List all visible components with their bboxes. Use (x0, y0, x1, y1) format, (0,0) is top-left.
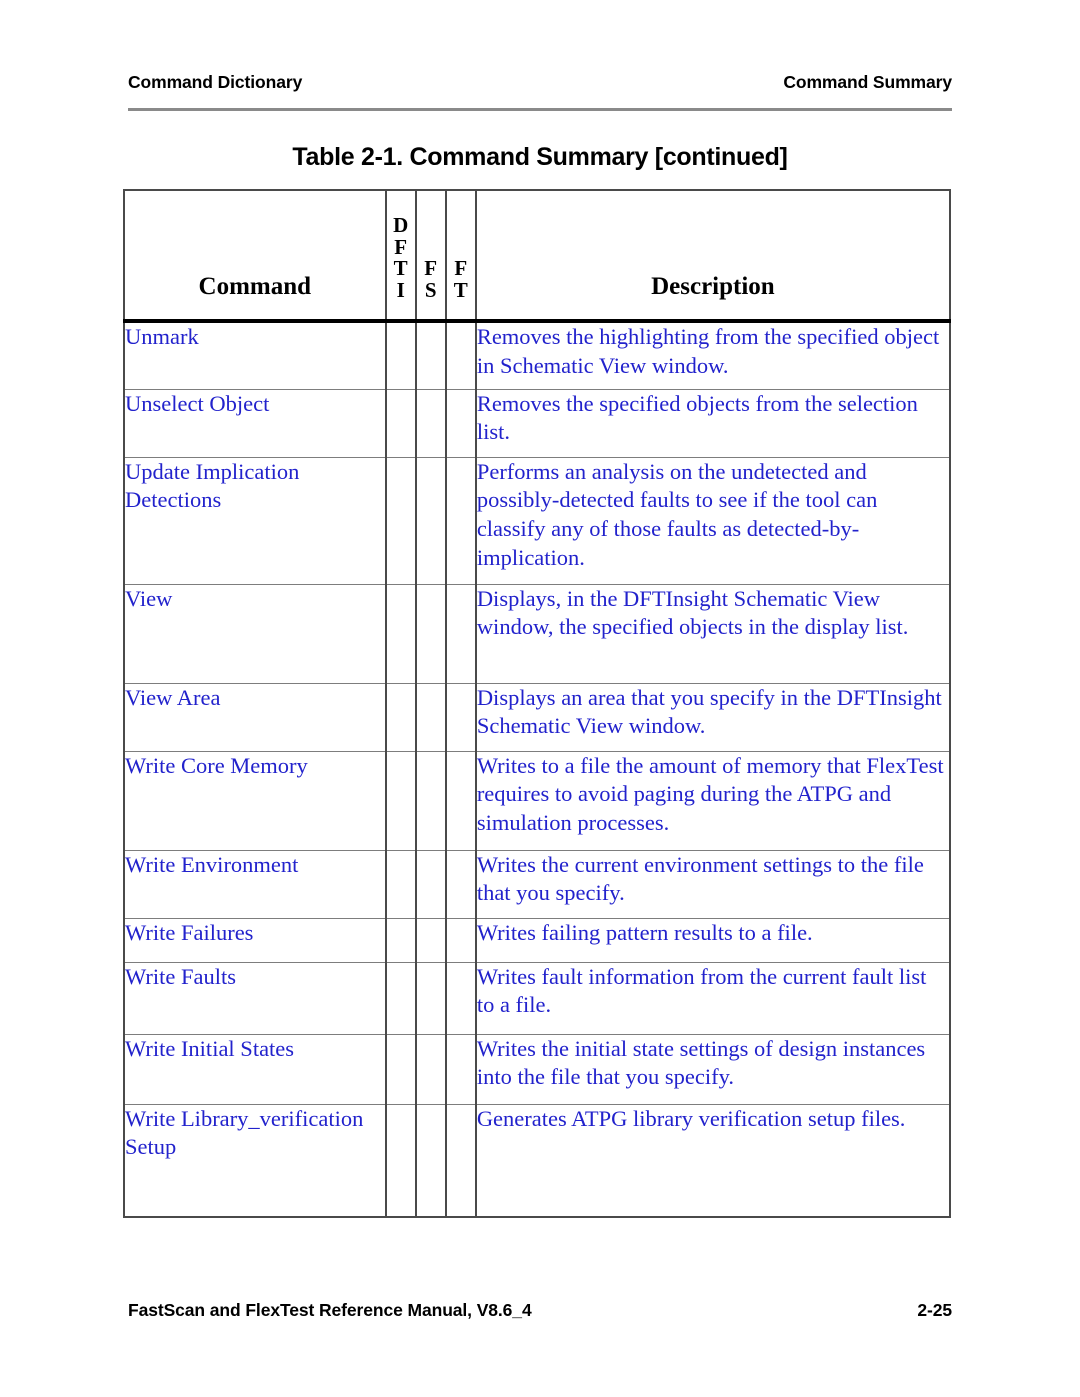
cell-description: Writes failing pattern results to a file… (475, 918, 950, 963)
column-header-fs-label: F S (417, 256, 445, 302)
table-row: Update Implication Detections Performs an… (124, 457, 950, 585)
dfti-letter-2: F (394, 234, 408, 259)
table-row: Write Core Memory Writes to a file the am… (124, 751, 950, 851)
column-header-command: Command (124, 190, 387, 323)
running-header: Command Dictionary Command Summary (128, 72, 952, 93)
cell-ft (445, 850, 477, 919)
cell-fs (415, 962, 447, 1035)
table-header-row: Command D F T I F S F T Description (124, 190, 950, 323)
column-header-description-label: Description (651, 273, 775, 300)
dfti-letter-1: D (393, 213, 409, 238)
cell-fs (415, 1034, 447, 1105)
cell-command: View (124, 584, 387, 684)
column-header-command-label: Command (198, 273, 312, 300)
cell-dfti (385, 850, 417, 919)
cell-command: View Area (124, 683, 387, 752)
cell-dfti (385, 1104, 417, 1218)
cell-description: Writes the initial state settings of des… (475, 1034, 950, 1105)
cell-command: Update Implication Detections (124, 457, 387, 585)
cell-command: Write Initial States (124, 1034, 387, 1105)
cell-command: Write Library_verification Setup (124, 1104, 387, 1218)
cell-command: Write Faults (124, 962, 387, 1035)
cell-dfti (385, 751, 417, 851)
column-header-dfti-label: D F T I (387, 213, 415, 302)
cell-description: Writes to a file the amount of memory th… (475, 751, 950, 851)
ft-letter-2: T (453, 277, 468, 302)
cell-ft (445, 962, 477, 1035)
cell-command: Write Failures (124, 918, 387, 963)
table-row: Unselect Object Removes the specified obj… (124, 389, 950, 458)
running-header-right: Command Summary (783, 72, 952, 92)
table-row: View Area Displays an area that you speci… (124, 683, 950, 752)
cell-fs (415, 918, 447, 963)
cell-description: Removes the specified objects from the s… (475, 389, 950, 458)
dfti-letter-3: T (393, 256, 408, 281)
cell-ft (445, 751, 477, 851)
dfti-letter-4: I (396, 277, 405, 302)
cell-ft (445, 321, 477, 390)
cell-description: Performs an analysis on the undetected a… (475, 457, 950, 585)
cell-dfti (385, 457, 417, 585)
fs-letter-1: F (424, 256, 438, 281)
cell-fs (415, 321, 447, 390)
column-header-ft: F T (445, 190, 477, 323)
table-row: View Displays, in the DFTInsight Schemati… (124, 584, 950, 684)
cell-command: Write Environment (124, 850, 387, 919)
cell-description: Writes fault information from the curren… (475, 962, 950, 1035)
cell-ft (445, 683, 477, 752)
cell-description: Writes the current environment settings … (475, 850, 950, 919)
table-body: Unmark Removes the highlighting from the … (124, 321, 950, 1218)
cell-command: Unmark (124, 321, 387, 390)
cell-fs (415, 1104, 447, 1218)
column-header-description: Description (475, 190, 950, 323)
fs-letter-2: S (424, 277, 437, 302)
cell-description: Generates ATPG library verification setu… (475, 1104, 950, 1218)
table-row: Unmark Removes the highlighting from the … (124, 321, 950, 390)
header-rule-divider (128, 108, 952, 111)
table-row: Write Faults Writes fault information fro… (124, 962, 950, 1035)
cell-fs (415, 584, 447, 684)
column-header-dfti: D F T I (385, 190, 417, 323)
cell-fs (415, 457, 447, 585)
cell-ft (445, 1034, 477, 1105)
cell-dfti (385, 1034, 417, 1105)
column-header-ft-label: F T (447, 256, 475, 302)
running-header-left: Command Dictionary (128, 72, 303, 92)
cell-ft (445, 457, 477, 585)
command-summary-table: Command D F T I F S F T Description Unma… (123, 189, 951, 1218)
table-row: Write Initial States Writes the initial s… (124, 1034, 950, 1105)
cell-description: Displays, in the DFTInsight Schematic Vi… (475, 584, 950, 684)
cell-ft (445, 1104, 477, 1218)
ft-letter-1: F (454, 256, 468, 281)
table-title: Table 2-1. Command Summary [continued] (292, 143, 788, 171)
table-row: Write Environment Writes the current envi… (124, 850, 950, 919)
cell-fs (415, 389, 447, 458)
cell-dfti (385, 918, 417, 963)
cell-ft (445, 584, 477, 684)
running-footer-left: FastScan and FlexTest Reference Manual, … (128, 1300, 532, 1320)
cell-dfti (385, 683, 417, 752)
cell-ft (445, 918, 477, 963)
cell-description: Displays an area that you specify in the… (475, 683, 950, 752)
cell-dfti (385, 389, 417, 458)
running-footer: FastScan and FlexTest Reference Manual, … (128, 1300, 952, 1321)
cell-command: Unselect Object (124, 389, 387, 458)
cell-command: Write Core Memory (124, 751, 387, 851)
cell-dfti (385, 321, 417, 390)
cell-dfti (385, 962, 417, 1035)
cell-fs (415, 683, 447, 752)
table-row: Write Library_verification Setup Generate… (124, 1104, 950, 1218)
cell-ft (445, 389, 477, 458)
cell-fs (415, 751, 447, 851)
column-header-fs: F S (415, 190, 447, 323)
table-row: Write Failures Writes failing pattern res… (124, 918, 950, 963)
page-number: 2-25 (917, 1300, 952, 1320)
cell-fs (415, 850, 447, 919)
cell-dfti (385, 584, 417, 684)
cell-description: Removes the highlighting from the specif… (475, 321, 950, 390)
